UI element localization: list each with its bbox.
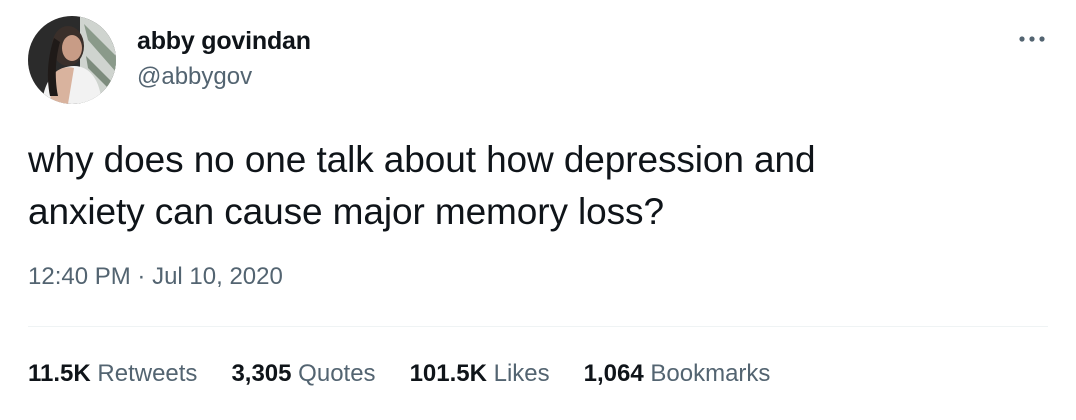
divider (28, 326, 1048, 327)
tweet-card: abby govindan @abbygov why does no one t… (0, 0, 1076, 420)
more-options-button[interactable] (1014, 24, 1050, 54)
likes-stat[interactable]: 101.5K Likes (410, 360, 550, 388)
avatar[interactable] (28, 16, 116, 104)
more-horizontal-icon (1019, 36, 1045, 42)
bookmarks-stat[interactable]: 1,064 Bookmarks (584, 360, 771, 388)
bookmarks-label: Bookmarks (650, 360, 771, 387)
tweet-date[interactable]: Jul 10, 2020 (152, 263, 283, 290)
bookmarks-count: 1,064 (583, 360, 644, 387)
profile-photo-icon (28, 16, 116, 104)
quotes-stat[interactable]: 3,305 Quotes (231, 360, 375, 388)
author-handle[interactable]: @abbygov (137, 63, 252, 91)
engagement-stats: 11.5K Retweets 3,305 Quotes 101.5K Likes… (28, 360, 770, 388)
likes-count: 101.5K (409, 360, 487, 387)
tweet-time[interactable]: 12:40 PM (28, 263, 131, 290)
quotes-count: 3,305 (231, 360, 292, 387)
retweets-label: Retweets (97, 360, 198, 387)
retweets-stat[interactable]: 11.5K Retweets (28, 360, 197, 388)
quotes-label: Quotes (298, 360, 376, 387)
likes-label: Likes (493, 360, 550, 387)
retweets-count: 11.5K (28, 360, 91, 387)
timestamp-separator: · (137, 263, 146, 290)
tweet-timestamp[interactable]: 12:40 PM · Jul 10, 2020 (28, 263, 283, 291)
author-name[interactable]: abby govindan (137, 27, 311, 56)
tweet-text: why does no one talk about how depressio… (28, 139, 816, 232)
